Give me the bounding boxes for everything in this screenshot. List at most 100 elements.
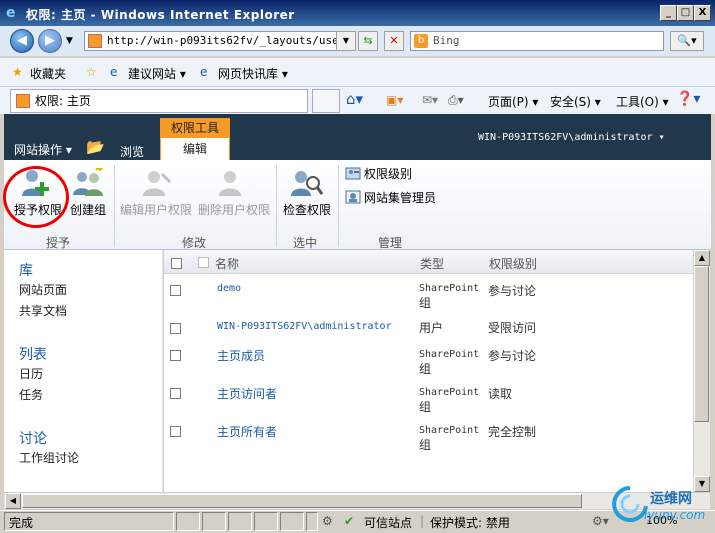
row-permission-level: 参与讨论 xyxy=(488,284,537,298)
tab-edit[interactable]: 编辑 xyxy=(160,138,230,160)
nav-item-tasks[interactable]: 任务 xyxy=(19,386,43,403)
favorites-button[interactable]: 收藏夹 xyxy=(30,65,66,82)
user-menu[interactable]: WIN-P093ITS62FV\administrator ▾ xyxy=(478,132,665,143)
home-icon[interactable]: ⌂▾ xyxy=(346,90,363,108)
trusted-check-icon: ✔ xyxy=(344,514,355,528)
ie-page-icon: e xyxy=(200,65,208,79)
ribbon-separator xyxy=(114,165,115,247)
nav-item-shared-documents[interactable]: 共享文档 xyxy=(19,302,67,319)
row-permission-level: 读取 xyxy=(488,387,513,401)
horizontal-scroll-thumb[interactable] xyxy=(22,494,582,508)
group-label-check: 选中 xyxy=(293,236,318,250)
check-permissions-icon[interactable] xyxy=(290,168,324,198)
web-slice-gallery-link[interactable]: 网页快讯库 ▾ xyxy=(218,65,288,82)
permission-tools-context: 权限工具 xyxy=(160,118,230,138)
print-icon[interactable]: ⎙▾ xyxy=(448,93,464,108)
column-header-level[interactable]: 权限级别 xyxy=(489,255,537,272)
group-label-modify: 修改 xyxy=(182,236,207,250)
group-label-grant: 授予 xyxy=(46,236,71,250)
back-button[interactable]: ◀ xyxy=(10,29,34,53)
window-title: 权限: 主页 - Windows Internet Explorer xyxy=(26,8,295,22)
stop-button[interactable]: ✕ xyxy=(384,31,404,51)
favorites-star-icon: ★ xyxy=(12,65,23,79)
ie-logo-icon: e xyxy=(6,5,16,21)
nav-heading-lists[interactable]: 列表 xyxy=(19,344,47,364)
protected-mode-text[interactable]: 保护模式: 禁用 xyxy=(430,514,510,531)
watermark: 运维网 iyunv.com xyxy=(610,484,710,524)
forward-button[interactable]: ▶ xyxy=(38,29,62,53)
row-type: SharePoint 组 xyxy=(419,424,479,454)
row-type-line: 组 xyxy=(419,400,432,414)
favorites-bar xyxy=(0,58,715,86)
select-all-checkbox[interactable] xyxy=(171,258,182,269)
create-group-button[interactable]: 创建组 xyxy=(70,201,106,218)
nav-heading-discussions[interactable]: 讨论 xyxy=(19,428,47,448)
scroll-left-icon[interactable]: ◀ xyxy=(5,493,21,509)
browser-tab[interactable]: 权限: 主页 xyxy=(10,89,308,113)
nav-item-calendar[interactable]: 日历 xyxy=(19,365,43,382)
feeds-icon[interactable]: ▣▾ xyxy=(386,93,403,107)
bing-icon: b xyxy=(414,34,428,48)
zone-text[interactable]: 可信站点 xyxy=(364,514,412,531)
permission-levels-button[interactable]: 权限级别 xyxy=(364,165,412,182)
status-panel xyxy=(280,512,304,531)
scroll-up-icon[interactable]: ▲ xyxy=(694,250,710,266)
recent-pages-dropdown-icon[interactable]: ▼ xyxy=(66,36,73,46)
row-name-link[interactable]: 主页所有者 xyxy=(217,423,277,440)
page-menu[interactable]: 页面(P) ▾ xyxy=(488,93,538,110)
suggested-sites-link[interactable]: 建议网站 ▾ xyxy=(128,65,186,82)
tools-menu[interactable]: 工具(O) ▾ xyxy=(616,93,669,110)
row-checkbox[interactable] xyxy=(170,426,181,437)
nav-item-site-pages[interactable]: 网站页面 xyxy=(19,281,67,298)
nav-item-team-discussion[interactable]: 工作组讨论 xyxy=(19,449,79,466)
search-button[interactable]: 🔍▾ xyxy=(670,31,704,51)
address-dropdown-icon[interactable]: ▼ xyxy=(336,31,356,51)
status-panel xyxy=(254,512,278,531)
edit-user-permissions-button[interactable]: 编辑用户权限 xyxy=(120,201,192,218)
vertical-scroll-thumb[interactable] xyxy=(694,266,709,422)
row-permission-level: 受限访问 xyxy=(488,321,537,335)
security-zone-icon[interactable]: ⚙ xyxy=(322,514,333,528)
new-tab-button[interactable] xyxy=(312,89,340,113)
page-favicon-icon xyxy=(88,34,102,48)
add-favorite-icon[interactable]: ☆ xyxy=(86,65,97,79)
row-name-link[interactable]: WIN-P093ITS62FV\administrator xyxy=(217,321,392,332)
row-checkbox[interactable] xyxy=(170,285,181,296)
address-input[interactable]: http://win-p093its62fv/_layouts/user.a xyxy=(84,31,338,51)
tab-browse[interactable]: 浏览 xyxy=(120,143,144,160)
check-permissions-button[interactable]: 检查权限 xyxy=(283,201,331,218)
site-actions-menu[interactable]: 网站操作 ▾ xyxy=(14,141,72,158)
remove-user-permissions-button[interactable]: 删除用户权限 xyxy=(198,201,270,218)
maximize-button[interactable]: □ xyxy=(677,5,694,21)
column-header-name[interactable]: 名称 xyxy=(215,255,239,272)
search-input[interactable]: Bing xyxy=(410,31,664,51)
nav-heading-libraries[interactable]: 库 xyxy=(19,260,33,280)
row-permission-level: 参与讨论 xyxy=(488,349,537,363)
navigate-up-icon[interactable]: 📂 xyxy=(86,138,105,156)
row-type: SharePoint 组 xyxy=(419,386,479,416)
safety-menu[interactable]: 安全(S) ▾ xyxy=(550,93,601,110)
row-permission-level: 完全控制 xyxy=(488,425,537,439)
site-collection-admins-icon xyxy=(345,189,361,205)
create-group-icon[interactable] xyxy=(72,166,106,198)
row-checkbox[interactable] xyxy=(170,350,181,361)
tab-favicon-icon xyxy=(16,94,30,108)
red-highlight-circle xyxy=(3,166,69,228)
row-checkbox[interactable] xyxy=(170,323,181,334)
row-type: SharePoint 组 xyxy=(419,348,479,378)
refresh-button[interactable]: ⇆ xyxy=(358,31,378,51)
column-header-type[interactable]: 类型 xyxy=(420,255,444,272)
close-window-button[interactable]: X xyxy=(694,5,711,21)
ribbon-separator xyxy=(338,165,339,247)
row-name-link[interactable]: 主页访问者 xyxy=(217,385,277,402)
site-collection-admins-button[interactable]: 网站集管理员 xyxy=(364,189,436,206)
row-type-line: SharePoint xyxy=(419,387,480,398)
zone-settings-icon[interactable]: ⚙▾ xyxy=(592,514,609,528)
help-icon[interactable]: ❓▾ xyxy=(676,91,700,107)
row-name-link[interactable]: demo xyxy=(217,283,241,294)
row-name-link[interactable]: 主页成员 xyxy=(217,347,265,364)
row-checkbox[interactable] xyxy=(170,388,181,399)
mail-icon[interactable]: ✉▾ xyxy=(422,93,438,107)
column-icon-checkbox xyxy=(198,257,209,268)
minimize-button[interactable]: _ xyxy=(660,5,677,21)
